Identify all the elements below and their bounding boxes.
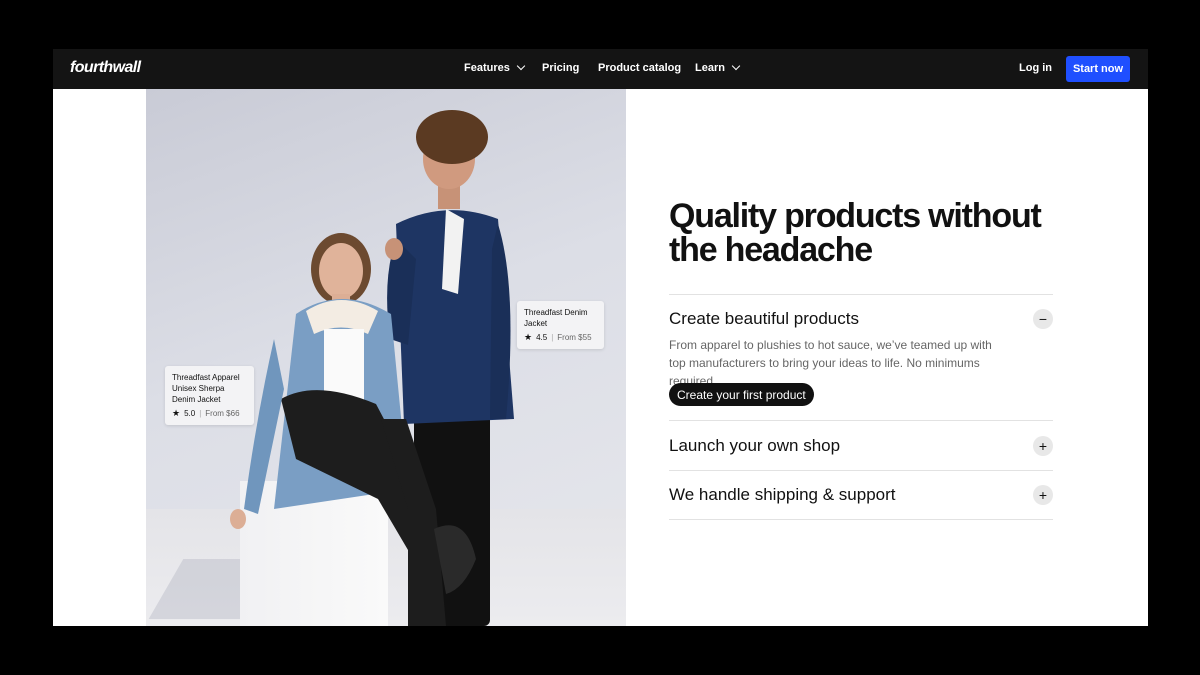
divider: [669, 420, 1053, 421]
headline: Quality products without the headache: [669, 197, 1042, 269]
login-link[interactable]: Log in: [1019, 62, 1052, 74]
models-illustration: [230, 110, 514, 626]
star-icon: ★: [172, 408, 181, 418]
nav-features[interactable]: Features: [464, 61, 526, 74]
chevron-down-icon: [731, 61, 741, 71]
divider: [669, 519, 1053, 520]
chevron-down-icon: [516, 61, 526, 71]
expand-button[interactable]: +: [1033, 436, 1053, 456]
page-frame: fourthwall Features Pricing Product cata…: [53, 49, 1148, 626]
price-from: From $66: [205, 409, 240, 418]
nav-features-label: Features: [464, 62, 510, 74]
divider: [669, 294, 1053, 295]
minus-icon: −: [1038, 311, 1048, 327]
nav-pricing-label: Pricing: [542, 62, 580, 74]
accordion-description: From apparel to plushies to hot sauce, w…: [669, 338, 992, 388]
accordion-title-launch[interactable]: Launch your own shop: [669, 436, 840, 456]
star-icon: ★: [524, 332, 533, 342]
product-tag-title: Threadfast Denim Jacket: [524, 308, 588, 328]
top-navbar: fourthwall Features Pricing Product cata…: [53, 49, 1148, 89]
accordion-title-create[interactable]: Create beautiful products: [669, 309, 859, 329]
price-from: From $55: [557, 333, 592, 342]
divider: [669, 470, 1053, 471]
product-tag-rating-row: ★ 5.0 | From $66: [172, 408, 247, 419]
nav-learn-label: Learn: [695, 62, 725, 74]
expand-button[interactable]: +: [1033, 485, 1053, 505]
nav-product-catalog[interactable]: Product catalog: [598, 62, 681, 74]
product-tag-denim[interactable]: Threadfast Denim Jacket ★ 4.5 | From $55: [517, 301, 604, 349]
product-tag-sherpa[interactable]: Threadfast Apparel Unisex Sherpa Denim J…: [165, 366, 254, 425]
nav-product-catalog-label: Product catalog: [598, 62, 682, 74]
separator: |: [199, 409, 202, 418]
hero-photo: Threadfast Apparel Unisex Sherpa Denim J…: [146, 89, 626, 626]
rating-value: 5.0: [184, 409, 196, 418]
plus-icon: +: [1038, 438, 1048, 454]
nav-learn[interactable]: Learn: [695, 61, 741, 74]
separator: |: [551, 333, 554, 342]
product-tag-rating-row: ★ 4.5 | From $55: [524, 332, 597, 343]
product-tag-title: Threadfast Apparel Unisex Sherpa Denim J…: [172, 373, 240, 404]
logo[interactable]: fourthwall: [70, 59, 141, 77]
rating-value: 4.5: [536, 333, 548, 342]
accordion-title-shipping[interactable]: We handle shipping & support: [669, 485, 896, 505]
collapse-button[interactable]: −: [1033, 309, 1053, 329]
create-first-product-button[interactable]: Create your first product: [669, 383, 814, 406]
nav-pricing[interactable]: Pricing: [542, 62, 579, 74]
plus-icon: +: [1038, 487, 1048, 503]
start-now-button[interactable]: Start now: [1066, 56, 1130, 82]
